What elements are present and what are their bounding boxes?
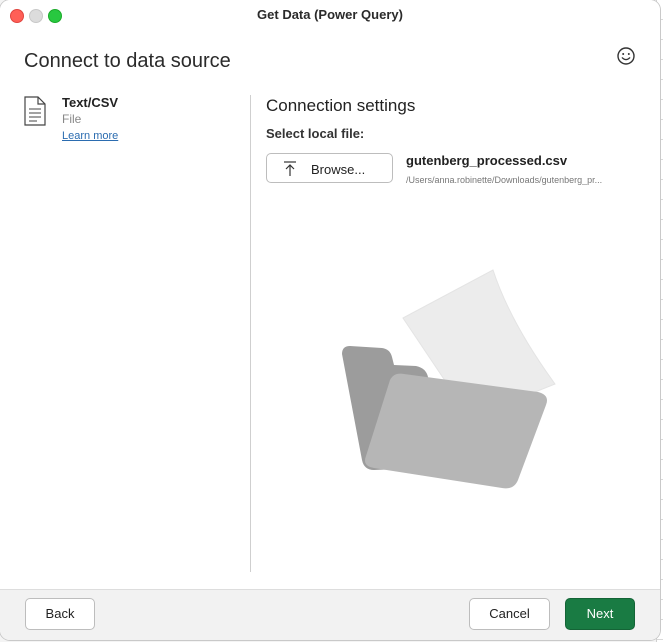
select-file-label: Select local file: bbox=[266, 126, 365, 141]
folder-illustration-icon bbox=[342, 269, 556, 489]
source-item-text-csv[interactable]: Text/CSV File Learn more bbox=[24, 94, 224, 150]
page-title: Connect to data source bbox=[24, 50, 231, 72]
source-name: Text/CSV bbox=[62, 95, 119, 110]
browse-label: Browse... bbox=[311, 162, 366, 177]
learn-more-link[interactable]: Learn more bbox=[62, 130, 118, 142]
upload-icon bbox=[284, 161, 296, 176]
cancel-button[interactable]: Cancel bbox=[469, 598, 550, 630]
get-data-dialog: Get Data (Power Query) Connect to data s… bbox=[0, 0, 660, 640]
document-icon bbox=[24, 96, 46, 126]
selected-file-name: gutenberg_processed.csv bbox=[406, 153, 568, 168]
title-bar: Get Data (Power Query) bbox=[0, 0, 660, 30]
source-type: File bbox=[62, 112, 82, 126]
window-title: Get Data (Power Query) bbox=[257, 7, 403, 22]
back-button[interactable]: Back bbox=[25, 598, 95, 630]
next-button[interactable]: Next bbox=[565, 598, 635, 630]
smiley-icon[interactable] bbox=[616, 46, 636, 66]
connection-settings-title: Connection settings bbox=[266, 96, 416, 115]
selected-file-path: /Users/anna.robinette/Downloads/gutenber… bbox=[406, 175, 603, 185]
pane-divider bbox=[250, 95, 251, 572]
dialog-footer: Back Cancel Next bbox=[0, 589, 660, 640]
browse-button[interactable]: Browse... bbox=[266, 153, 393, 183]
